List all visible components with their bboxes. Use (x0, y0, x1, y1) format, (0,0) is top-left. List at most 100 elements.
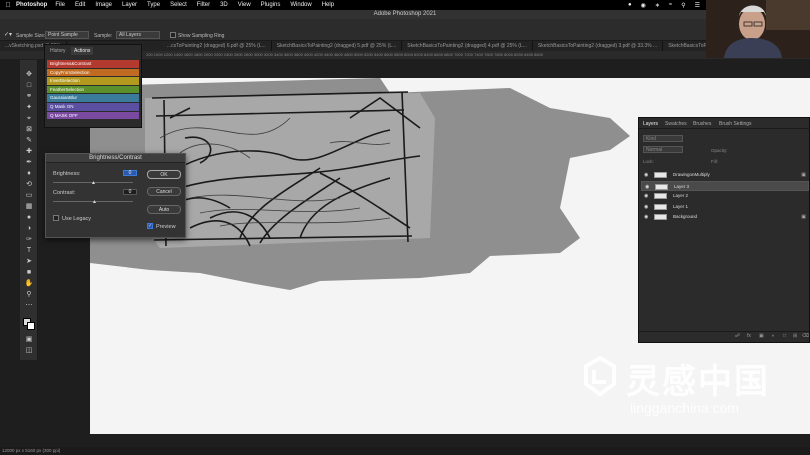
crop-tool-icon[interactable]: ⌖ (23, 114, 35, 124)
tab-layers[interactable]: Layers (643, 121, 658, 127)
action-item[interactable]: Q Mask ON (47, 103, 139, 111)
history-brush-tool-icon[interactable]: ⟲ (23, 180, 35, 190)
apple-icon[interactable]:  (0, 2, 16, 9)
lock-icon: ▣ (801, 172, 806, 178)
screen-mode-icon[interactable]: ◫ (23, 346, 35, 356)
blend-mode-select[interactable]: Normal (643, 146, 683, 153)
use-legacy-label: Use Legacy (62, 216, 92, 222)
tools-panel: ✥ □ ⚭ ✦ ⌖ ⊠ ✎ ✚ ✒ ♦ ⟲ ▭ ▦ ● ◑ ✑ T ➤ ■ ✋ … (20, 60, 38, 360)
frame-tool-icon[interactable]: ⊠ (23, 125, 35, 135)
background-color-swatch[interactable] (27, 322, 35, 330)
layer-thumbnail (655, 183, 668, 190)
control-center-icon[interactable]: ☰ (695, 2, 700, 9)
menu-plugins[interactable]: Plugins (261, 2, 281, 8)
tab-swatches[interactable]: Swatches (665, 121, 687, 127)
action-item[interactable]: InvertSelection (47, 77, 139, 85)
tab-actions[interactable]: Actions (71, 47, 94, 55)
search-icon[interactable]: ⚲ (681, 2, 685, 9)
rectangle-tool-icon[interactable]: ■ (23, 268, 35, 278)
show-ring-checkbox[interactable] (170, 32, 176, 38)
contrast-slider-thumb[interactable]: ▲ (92, 199, 97, 205)
brightness-slider-thumb[interactable]: ▲ (91, 180, 96, 186)
hand-tool-icon[interactable]: ✋ (23, 279, 35, 289)
menu-window[interactable]: Window (290, 2, 311, 8)
menu-view[interactable]: View (238, 2, 251, 8)
contrast-input[interactable]: 0 (123, 189, 137, 195)
layer-row[interactable]: ◉ Layer 2 (641, 191, 809, 201)
auto-button[interactable]: Auto (147, 205, 181, 214)
sample-size-select[interactable]: Point Sample (45, 31, 89, 39)
link-layers-icon[interactable]: ☍ (735, 333, 740, 339)
blur-tool-icon[interactable]: ● (23, 213, 35, 223)
eyedropper-options-icon[interactable]: ✓▾ (4, 31, 12, 38)
sample-select[interactable]: All Layers (116, 31, 160, 39)
action-item[interactable]: FeatherSelection (47, 85, 139, 94)
contrast-label: Contrast: (53, 190, 76, 196)
quick-mask-icon[interactable]: ▣ (23, 335, 35, 345)
menu-3d[interactable]: 3D (220, 2, 228, 8)
action-item[interactable]: GaussianBlur (47, 94, 139, 102)
path-select-tool-icon[interactable]: ➤ (23, 257, 35, 267)
stamp-tool-icon[interactable]: ♦ (23, 169, 35, 179)
menu-layer[interactable]: Layer (122, 2, 137, 8)
app-menu[interactable]: Photoshop (16, 2, 47, 8)
tab-brush-settings[interactable]: Brush Settings (719, 121, 752, 127)
action-item[interactable]: Q MASK OFF (47, 111, 139, 120)
visibility-eye-icon[interactable]: ◉ (644, 170, 648, 180)
doc-tab[interactable]: SketchBasicsToPainting2 (dragged) 5.pdf … (272, 41, 403, 51)
wifi-icon[interactable]: ≈ (669, 2, 672, 8)
action-item[interactable]: Brightness&Contrast (47, 60, 139, 68)
menu-type[interactable]: Type (147, 2, 160, 8)
lock-icon: ▣ (801, 214, 806, 220)
tab-brushes[interactable]: Brushes (693, 121, 711, 127)
fx-icon[interactable]: fx (747, 333, 751, 339)
move-tool-icon[interactable]: ✥ (23, 70, 35, 80)
layer-row[interactable]: ◉ Layer 1 (641, 202, 809, 212)
quick-select-tool-icon[interactable]: ✦ (23, 103, 35, 113)
doc-tab[interactable]: SketchBasicsToPainting2 (dragged) 3.pdf … (533, 41, 664, 51)
ok-button[interactable]: OK (147, 170, 181, 179)
adjustment-icon[interactable]: ◑ (771, 333, 774, 339)
marquee-tool-icon[interactable]: □ (23, 81, 35, 91)
dodge-tool-icon[interactable]: ◑ (23, 224, 35, 234)
record-icon[interactable]: ◉ (641, 2, 646, 9)
visibility-eye-icon[interactable]: ◉ (644, 212, 648, 222)
use-legacy-checkbox[interactable] (53, 215, 59, 221)
menu-file[interactable]: File (55, 2, 65, 8)
eraser-tool-icon[interactable]: ▭ (23, 191, 35, 201)
creative-cloud-icon[interactable]: ● (628, 2, 632, 8)
healing-tool-icon[interactable]: ✚ (23, 147, 35, 157)
tab-history[interactable]: History (47, 47, 69, 55)
brush-tool-icon[interactable]: ✒ (23, 158, 35, 168)
cancel-button[interactable]: Cancel (147, 187, 181, 196)
gradient-tool-icon[interactable]: ▦ (23, 202, 35, 212)
doc-tab[interactable]: SketchBasicsToPainting2 (dragged) 4.pdf … (402, 41, 533, 51)
group-icon[interactable]: □ (783, 333, 786, 339)
type-tool-icon[interactable]: T (23, 246, 35, 256)
visibility-eye-icon[interactable]: ◉ (645, 182, 649, 192)
menu-help[interactable]: Help (322, 2, 334, 8)
zoom-tool-icon[interactable]: ⚲ (23, 290, 35, 300)
menu-select[interactable]: Select (170, 2, 187, 8)
visibility-eye-icon[interactable]: ◉ (644, 191, 648, 201)
layer-row[interactable]: ◉ DrawingonMultiply ▣ (641, 170, 809, 180)
trash-icon[interactable]: ⌫ (802, 333, 809, 339)
lasso-tool-icon[interactable]: ⚭ (23, 92, 35, 102)
new-layer-icon[interactable]: ⊞ (793, 333, 797, 339)
brightness-input[interactable]: 0 (123, 170, 137, 176)
menu-image[interactable]: Image (95, 2, 112, 8)
layer-filter-kind[interactable]: Kind (643, 135, 683, 142)
mask-icon[interactable]: ▣ (759, 333, 764, 339)
layer-row[interactable]: ◉ Layer 3 (641, 180, 809, 192)
menu-edit[interactable]: Edit (75, 2, 85, 8)
visibility-eye-icon[interactable]: ◉ (644, 202, 648, 212)
pen-tool-icon[interactable]: ✑ (23, 235, 35, 245)
preview-checkbox[interactable]: ✓ (147, 223, 153, 229)
bluetooth-icon[interactable]: ∗ (655, 2, 660, 9)
layers-panel: Layers Swatches Brushes Brush Settings K… (638, 117, 810, 343)
eyedropper-tool-icon[interactable]: ✎ (23, 136, 35, 146)
layer-row[interactable]: ◉ Background ▣ (641, 212, 809, 222)
action-item[interactable]: CopyFromSelection (47, 68, 139, 77)
more-tools-icon[interactable]: ⋯ (23, 301, 35, 311)
menu-filter[interactable]: Filter (197, 2, 210, 8)
